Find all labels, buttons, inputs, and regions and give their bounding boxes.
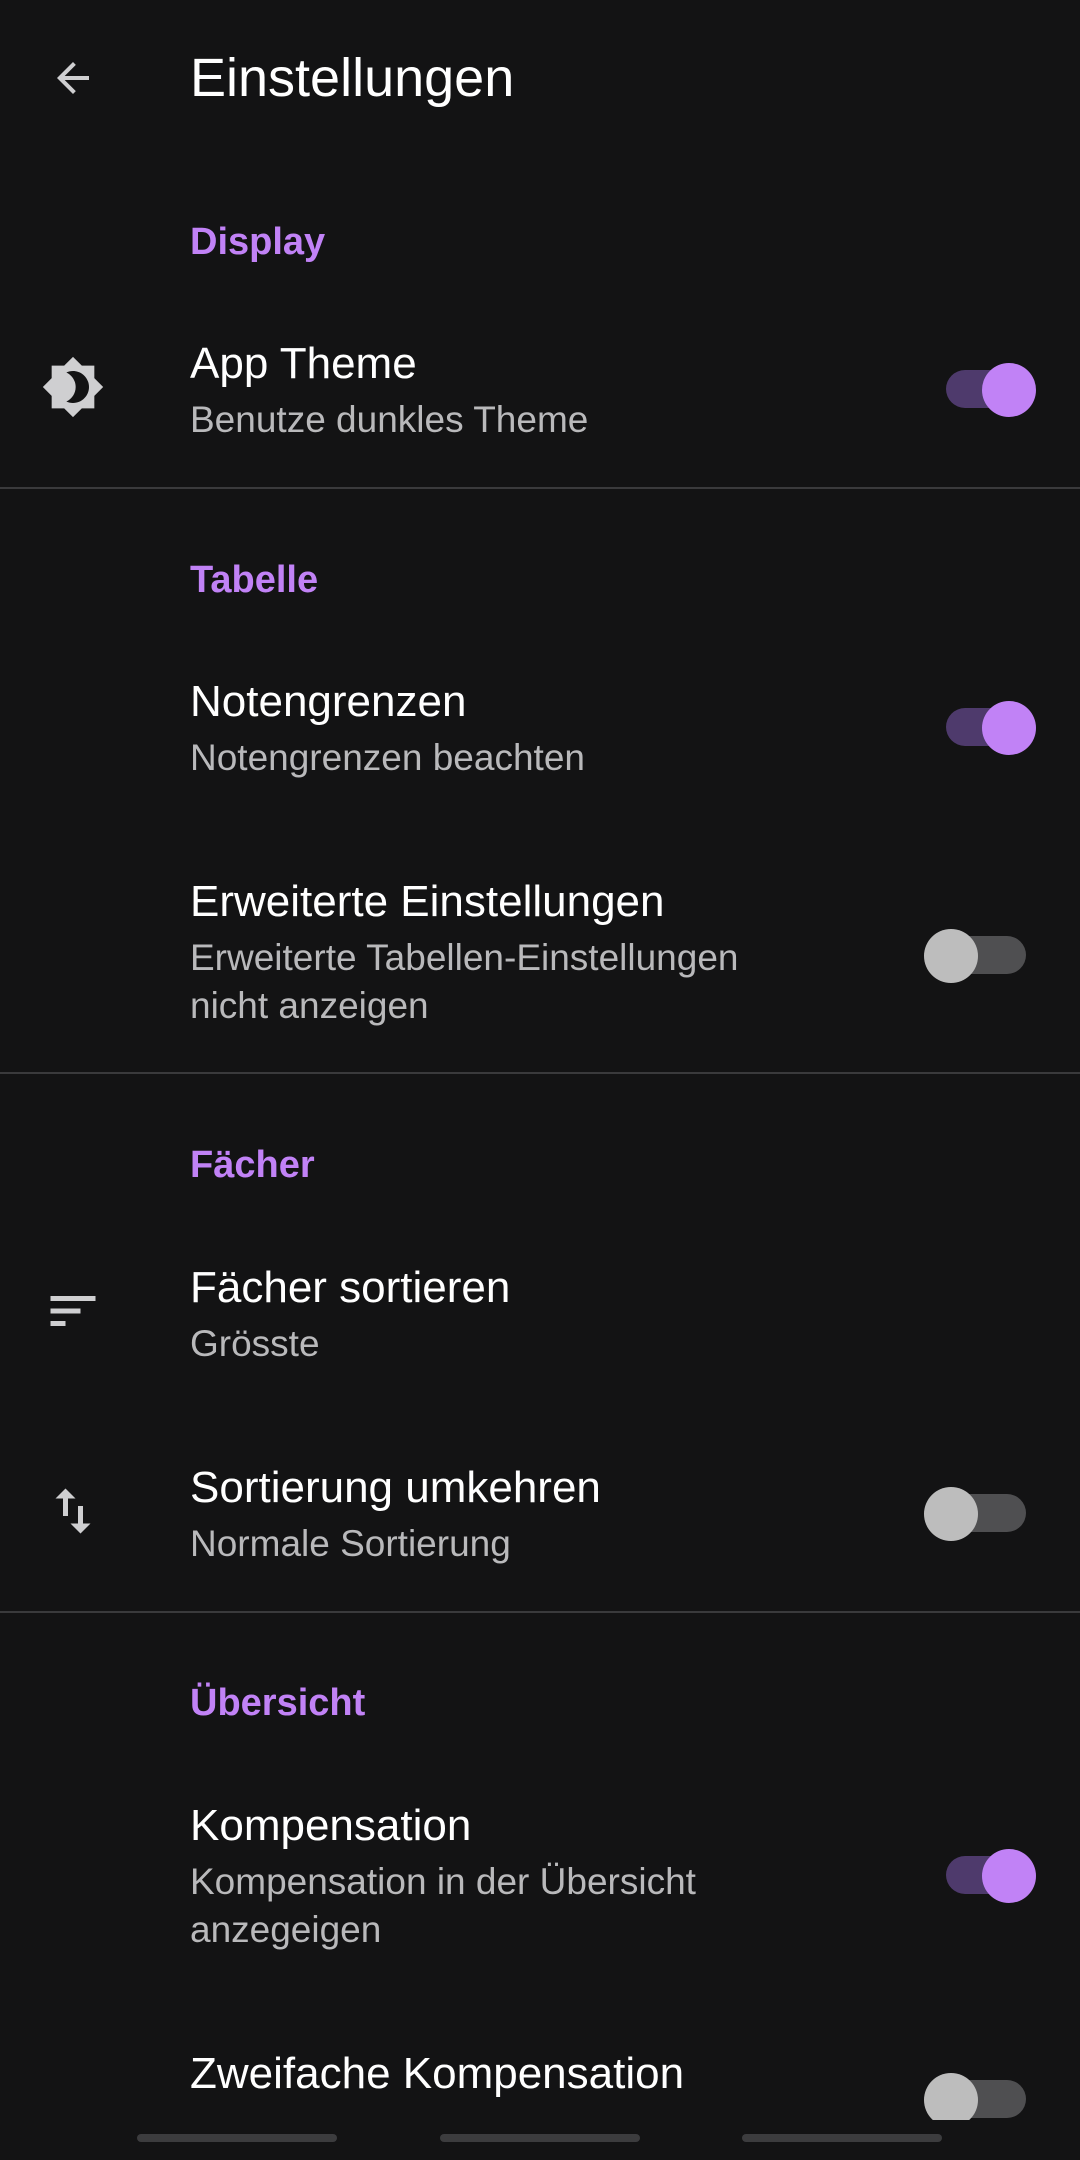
pref-title: Kompensation xyxy=(190,1801,472,1850)
pref-summary: Erweiterte Tabellen-Einstellungen nicht … xyxy=(190,937,739,1026)
toolbar: Einstellungen xyxy=(0,0,1080,158)
sortierung-umkehren-switch[interactable] xyxy=(924,1470,1026,1550)
back-button[interactable] xyxy=(30,35,116,121)
category-display: Display xyxy=(190,221,326,263)
kompensation-switch[interactable] xyxy=(924,1832,1036,1912)
pref-summary: Normale Sortierung xyxy=(190,1523,511,1564)
switch-thumb xyxy=(982,701,1036,755)
nav-hint-right xyxy=(742,2134,942,2142)
pref-title: App Theme xyxy=(190,339,417,388)
pref-title: Fächer sortieren xyxy=(190,1263,511,1312)
erweiterte-switch[interactable] xyxy=(924,912,1026,992)
pref-summary: Benutze dunkles Theme xyxy=(190,399,589,440)
pref-summary: Grösste xyxy=(190,1323,320,1364)
pref-kompensation[interactable]: Kompensation Kompensation in der Übersic… xyxy=(0,1780,1080,2000)
pref-title: Notengrenzen xyxy=(190,677,467,726)
page-title: Einstellungen xyxy=(190,48,515,108)
settings-screen: Einstellungen Display App Theme Benutze … xyxy=(0,0,1080,2160)
pref-summary: Notengrenzen beachten xyxy=(190,737,585,778)
pref-title: Sortierung umkehren xyxy=(190,1463,601,1512)
brightness-icon xyxy=(38,352,108,422)
notengrenzen-switch[interactable] xyxy=(924,684,1036,764)
pref-title: Erweiterte Einstellungen xyxy=(190,877,665,926)
sort-icon xyxy=(38,1276,108,1346)
pref-faecher-sortieren[interactable]: Fächer sortieren Grösste xyxy=(0,1242,1080,1412)
category-tabelle: Tabelle xyxy=(190,559,319,601)
nav-hint-left xyxy=(137,2134,337,2142)
switch-thumb xyxy=(924,1487,978,1541)
nav-hint-center[interactable] xyxy=(440,2134,640,2142)
pref-notengrenzen[interactable]: Notengrenzen Notengrenzen beachten xyxy=(0,656,1080,826)
switch-thumb xyxy=(982,363,1036,417)
switch-thumb xyxy=(924,929,978,983)
pref-erweiterte-einstellungen[interactable]: Erweiterte Einstellungen Erweiterte Tabe… xyxy=(0,856,1080,1076)
pref-app-theme[interactable]: App Theme Benutze dunkles Theme xyxy=(0,318,1080,488)
category-uebersicht: Übersicht xyxy=(190,1682,366,1724)
divider xyxy=(0,1611,1080,1613)
switch-thumb xyxy=(982,1849,1036,1903)
arrow-back-icon xyxy=(57,62,89,94)
divider xyxy=(0,1072,1080,1074)
pref-summary: Kompensation in der Übersicht anzegeigen xyxy=(190,1861,696,1950)
divider xyxy=(0,487,1080,489)
pref-sortierung-umkehren[interactable]: Sortierung umkehren Normale Sortierung xyxy=(0,1442,1080,1612)
pref-title: Zweifache Kompensation xyxy=(190,2049,685,2098)
category-faecher: Fächer xyxy=(190,1144,315,1186)
app-theme-switch[interactable] xyxy=(924,346,1036,426)
swap-vert-icon xyxy=(38,1476,108,1546)
switch-thumb xyxy=(924,2073,978,2127)
